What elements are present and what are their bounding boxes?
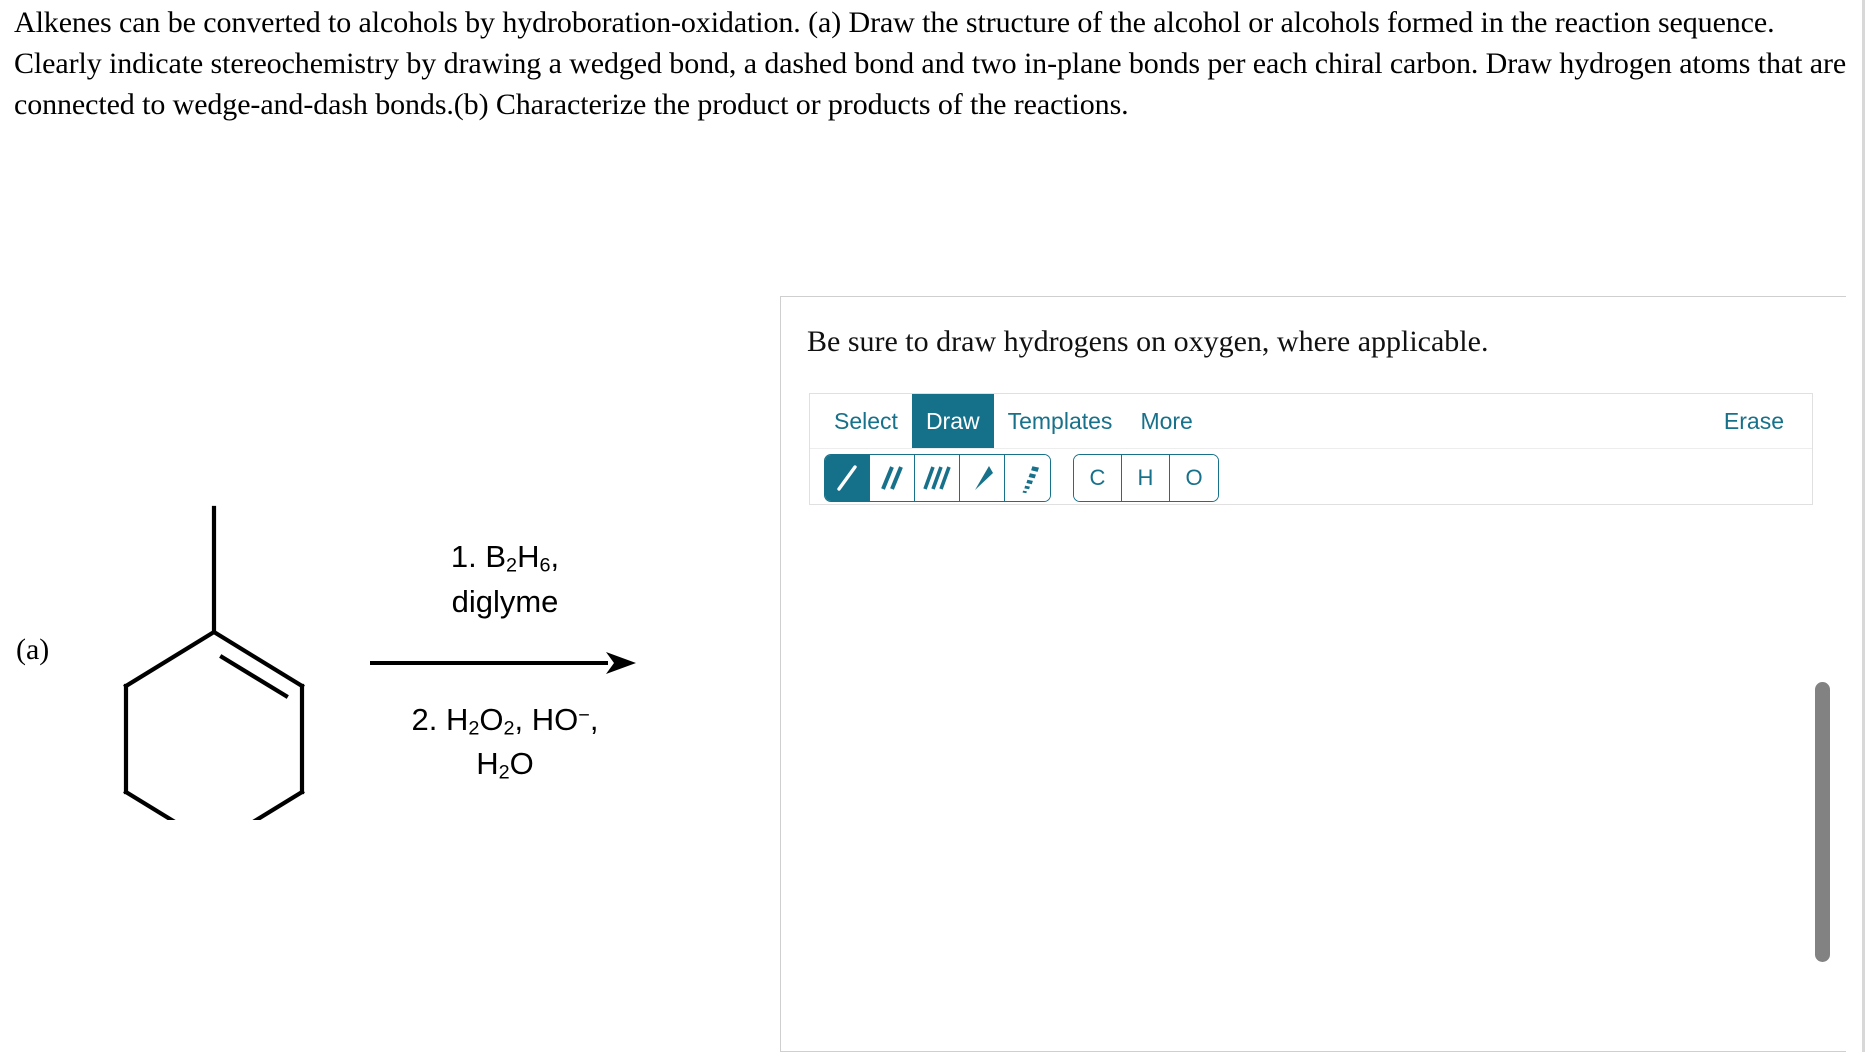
double-bond-tool[interactable] — [870, 454, 915, 501]
editor-toolbar: Select Draw Templates More Erase C H O — [809, 393, 1813, 505]
reaction-arrow-icon — [370, 652, 636, 674]
erase-button[interactable]: Erase — [1714, 394, 1794, 448]
substrate-structure-1-methylcyclohexene — [123, 505, 305, 820]
bond-tool-group — [824, 453, 1051, 502]
reagent-line-2: diglyme — [451, 583, 559, 619]
single-bond-icon — [837, 464, 857, 491]
editor-tool-row: C H O — [810, 449, 1812, 506]
triple-bond-tool[interactable] — [915, 454, 960, 501]
editor-instruction-text: Be sure to draw hydrogens on oxygen, whe… — [807, 325, 1489, 358]
hash-bond-tool[interactable] — [1005, 454, 1050, 501]
tab-templates[interactable]: Templates — [994, 394, 1127, 448]
reaction-scheme: (a) 1. B2H6, diglyme 2. H2O2, HO−, H2O — [0, 490, 660, 910]
element-carbon-button[interactable]: C — [1074, 454, 1122, 501]
single-bond-tool[interactable] — [825, 454, 870, 501]
part-label-a: (a) — [16, 633, 50, 666]
tab-select[interactable]: Select — [820, 394, 912, 448]
question-prompt: Alkenes can be converted to alcohols by … — [14, 6, 1847, 122]
reagent-line-1: 1. B2H6, — [450, 539, 560, 577]
tab-more[interactable]: More — [1126, 394, 1206, 448]
reagent-line-3: 2. H2O2, HO−, — [411, 701, 599, 739]
wedge-bond-tool[interactable] — [960, 454, 1005, 501]
double-bond-icon — [881, 465, 903, 490]
molecule-drawing-canvas[interactable] — [809, 517, 1813, 1037]
page-right-edge-divider — [1862, 0, 1865, 1052]
hashed-wedge-bond-icon — [1022, 465, 1039, 493]
reagent-line-4: H2O — [476, 746, 534, 784]
element-tool-group: C H O — [1073, 453, 1219, 502]
wedge-bond-icon — [975, 465, 993, 490]
page-scrollbar-thumb[interactable] — [1815, 682, 1830, 962]
element-oxygen-button[interactable]: O — [1170, 454, 1218, 501]
tab-draw[interactable]: Draw — [911, 394, 994, 448]
triple-bond-icon — [923, 465, 951, 490]
editor-tab-row: Select Draw Templates More Erase — [810, 394, 1812, 449]
answer-editor-panel: Be sure to draw hydrogens on oxygen, whe… — [780, 296, 1868, 1052]
element-hydrogen-button[interactable]: H — [1122, 454, 1170, 501]
